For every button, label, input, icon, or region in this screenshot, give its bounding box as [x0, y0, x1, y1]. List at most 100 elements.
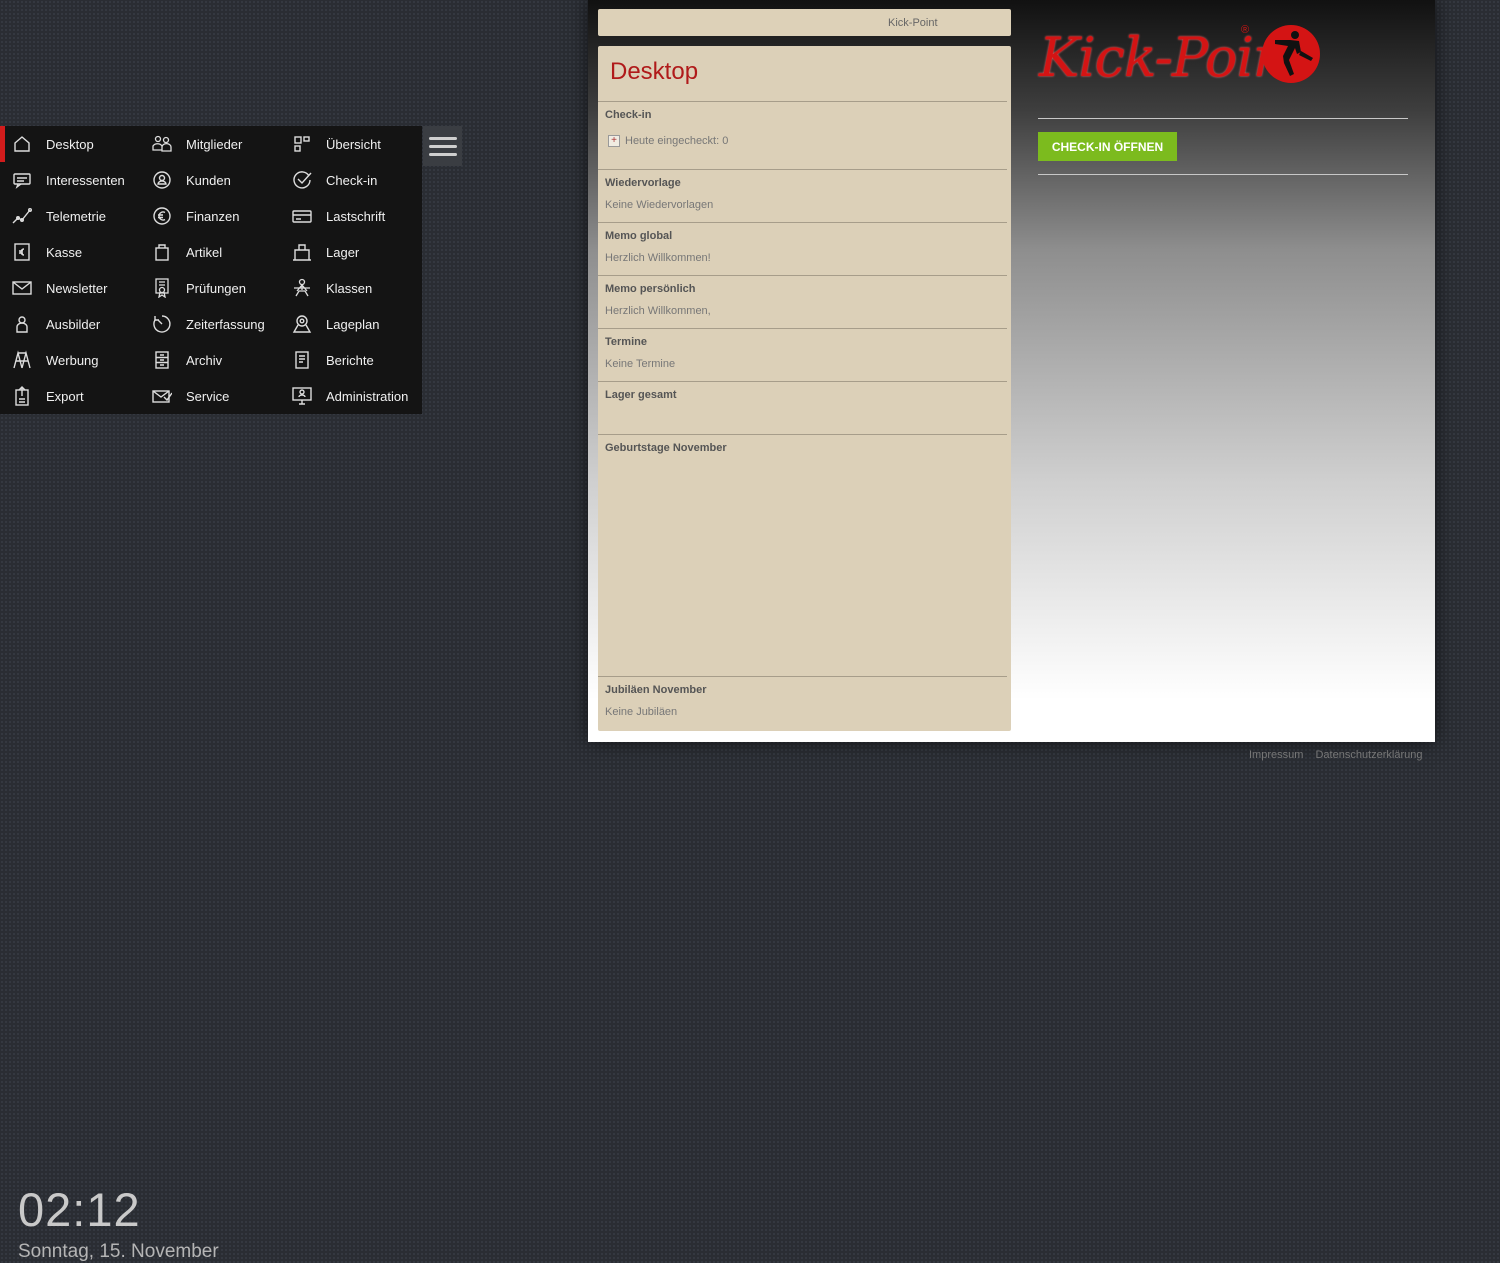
- menu-item-kunden[interactable]: Kunden: [140, 162, 280, 198]
- expand-icon[interactable]: +: [608, 135, 620, 147]
- menu-item-artikel[interactable]: Artikel: [140, 234, 280, 270]
- section-title: Memo persönlich: [605, 283, 696, 295]
- chat-icon: [12, 170, 32, 190]
- menu-item-administration[interactable]: Administration: [280, 378, 422, 414]
- section-text: Keine Jubiläen: [605, 706, 678, 718]
- menu-item-pruefungen[interactable]: Prüfungen: [140, 270, 280, 306]
- section-title: Geburtstage November: [605, 442, 727, 454]
- menu-item-werbung[interactable]: Werbung: [0, 342, 140, 378]
- section-lager-gesamt: Lager gesamt: [598, 381, 1007, 435]
- menu-item-label: Zeiterfassung: [186, 317, 265, 332]
- bag-icon: [152, 242, 172, 262]
- menu-item-label: Ausbilder: [46, 317, 101, 332]
- mail-icon: [12, 278, 32, 298]
- menu-item-lageplan[interactable]: Lageplan: [280, 306, 422, 342]
- menu-item-label: Desktop: [46, 137, 94, 152]
- menu-item-zeiterfassung[interactable]: Zeiterfassung: [140, 306, 280, 342]
- menu-item-label: Administration: [326, 389, 409, 404]
- divider: [1038, 118, 1408, 119]
- menu-item-service[interactable]: Service: [140, 378, 280, 414]
- menu-item-label: Service: [186, 389, 230, 404]
- storage-icon: [292, 242, 312, 262]
- section-memo-global: Memo global Herzlich Willkommen!: [598, 222, 1007, 276]
- menu-item-label: Archiv: [186, 353, 223, 368]
- impressum-link[interactable]: Impressum: [1249, 749, 1303, 761]
- clock-date: Sonntag, 15. November: [18, 1241, 219, 1262]
- hamburger-bar: [428, 136, 457, 140]
- menu-item-klassen[interactable]: Klassen: [280, 270, 422, 306]
- admin-icon: [292, 386, 312, 406]
- kick-point-logo: Kick-Point ®: [1039, 20, 1329, 92]
- open-checkin-button[interactable]: CHECK-IN ÖFFNEN: [1038, 132, 1177, 161]
- menu-item-label: Prüfungen: [186, 281, 246, 296]
- section-jubilees: Jubiläen November Keine Jubiläen: [598, 676, 1007, 732]
- menu-item-label: Telemetrie: [46, 209, 106, 224]
- section-checkin: Check-in + Heute eingecheckt: 0: [598, 101, 1007, 170]
- menu-item-lager[interactable]: Lager: [280, 234, 422, 270]
- report-icon: [292, 350, 312, 370]
- section-termine: Termine Keine Termine: [598, 328, 1007, 382]
- certificate-icon: [152, 278, 172, 298]
- privacy-link[interactable]: Datenschutzerklärung: [1315, 749, 1422, 761]
- section-title: Wiedervorlage: [605, 177, 681, 189]
- karate-emblem-icon: [1262, 25, 1320, 83]
- card-icon: [292, 206, 312, 226]
- checkin-count-line: + Heute eingecheckt: 0: [608, 135, 728, 147]
- menu-item-newsletter[interactable]: Newsletter: [0, 270, 140, 306]
- main-menu: Desktop Interessenten Telemetrie Kasse N…: [0, 126, 422, 414]
- menu-item-telemetrie[interactable]: Telemetrie: [0, 198, 140, 234]
- section-title: Termine: [605, 336, 647, 348]
- menu-item-desktop[interactable]: Desktop: [0, 126, 140, 162]
- menu-item-interessenten[interactable]: Interessenten: [0, 162, 140, 198]
- archive-icon: [152, 350, 172, 370]
- section-title: Lager gesamt: [605, 389, 677, 401]
- section-text: Herzlich Willkommen!: [605, 252, 711, 264]
- menu-item-label: Klassen: [326, 281, 373, 296]
- menu-item-label: Export: [46, 389, 84, 404]
- menu-item-label: Interessenten: [46, 173, 125, 188]
- section-birthdays: Geburtstage November: [598, 434, 1007, 677]
- desktop-panel: Desktop Check-in + Heute eingecheckt: 0 …: [598, 46, 1011, 731]
- customer-icon: [152, 170, 172, 190]
- menu-item-kasse[interactable]: Kasse: [0, 234, 140, 270]
- menu-item-label: Artikel: [186, 245, 223, 260]
- hamburger-menu-button[interactable]: [423, 126, 462, 166]
- menu-item-mitglieder[interactable]: Mitglieder: [140, 126, 280, 162]
- menu-item-label: Check-in: [326, 173, 378, 188]
- menu-item-label: Mitglieder: [186, 137, 243, 152]
- page-title: Desktop: [610, 58, 699, 85]
- check-icon: [292, 170, 312, 190]
- menu-item-lastschrift[interactable]: Lastschrift: [280, 198, 422, 234]
- footer-links: Impressum Datenschutzerklärung: [1249, 749, 1431, 761]
- section-text: Keine Termine: [605, 358, 676, 370]
- euro-icon: [152, 206, 172, 226]
- hamburger-bar: [428, 152, 457, 156]
- menu-item-label: Berichte: [326, 353, 374, 368]
- menu-item-berichte[interactable]: Berichte: [280, 342, 422, 378]
- window-titlebar[interactable]: Kick-Point: [598, 9, 1011, 36]
- menu-item-label: Lastschrift: [326, 209, 386, 224]
- menu-item-archiv[interactable]: Archiv: [140, 342, 280, 378]
- menu-item-label: Newsletter: [46, 281, 108, 296]
- checkin-count-text: Heute eingecheckt: 0: [625, 135, 729, 147]
- trainer-icon: [12, 314, 32, 334]
- menu-item-uebersicht[interactable]: Übersicht: [280, 126, 422, 162]
- menu-item-label: Lageplan: [326, 317, 380, 332]
- ad-icon: [12, 350, 32, 370]
- window-title: Kick-Point: [888, 17, 938, 29]
- menu-item-check-in[interactable]: Check-in: [280, 162, 422, 198]
- home-icon: [12, 134, 32, 154]
- menu-item-finanzen[interactable]: Finanzen: [140, 198, 280, 234]
- section-text: Keine Wiedervorlagen: [605, 199, 714, 211]
- location-icon: [292, 314, 312, 334]
- menu-item-label: Übersicht: [326, 137, 381, 152]
- cash-register-icon: [12, 242, 32, 262]
- registered-mark: ®: [1241, 24, 1250, 36]
- clock-time: 02:12: [18, 1183, 141, 1236]
- hamburger-bar: [428, 144, 457, 148]
- menu-item-export[interactable]: Export: [0, 378, 140, 414]
- menu-item-ausbilder[interactable]: Ausbilder: [0, 306, 140, 342]
- section-title: Check-in: [605, 109, 652, 121]
- section-title: Jubiläen November: [605, 684, 707, 696]
- overview-icon: [292, 134, 312, 154]
